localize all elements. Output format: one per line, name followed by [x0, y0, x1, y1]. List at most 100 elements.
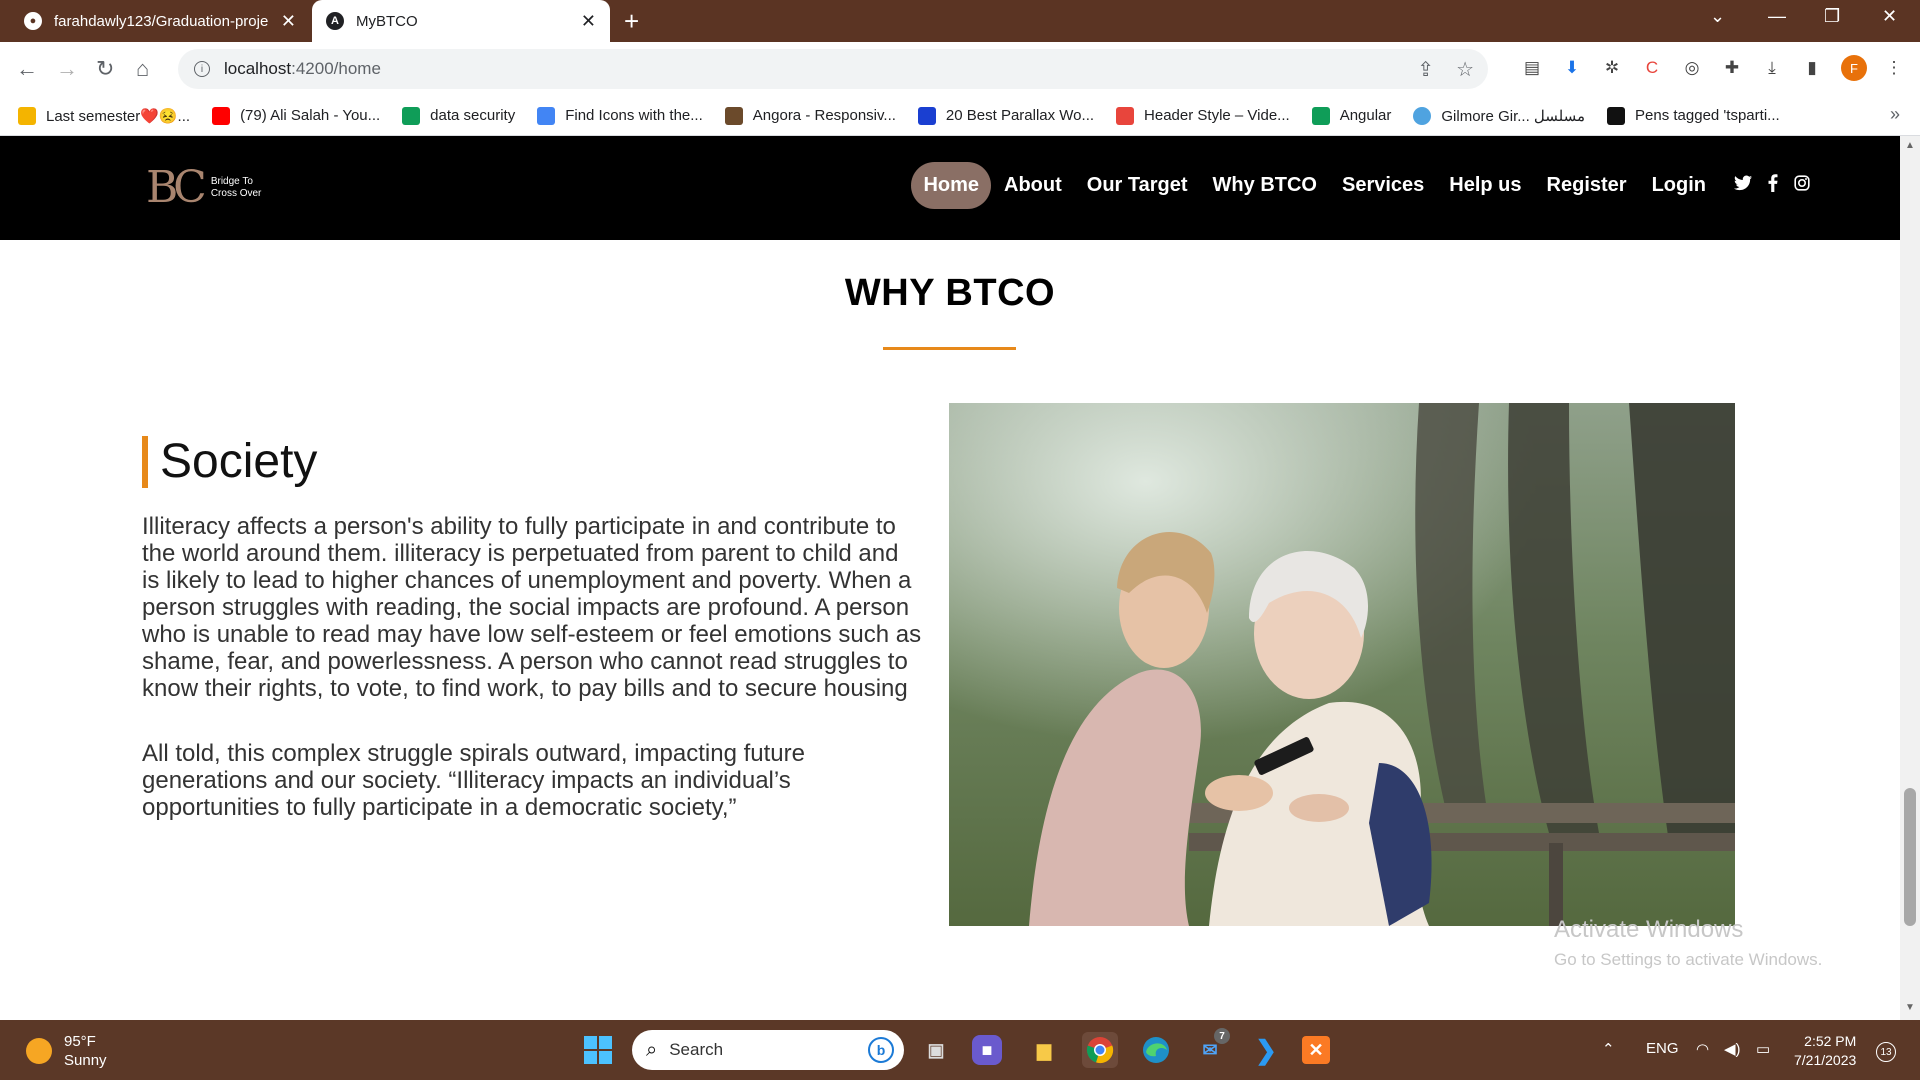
chrome-icon[interactable] — [1082, 1032, 1118, 1068]
volume-icon[interactable]: ◀) — [1724, 1040, 1741, 1058]
back-icon[interactable]: ← — [16, 56, 38, 82]
scroll-down-icon[interactable]: ▼ — [1905, 1002, 1915, 1013]
github-icon: ● — [24, 12, 42, 30]
vscode-icon[interactable]: ❯ — [1248, 1032, 1284, 1068]
bookmark-label: (79) Ali Salah - You... — [240, 107, 381, 124]
bookmark-item[interactable]: Last semester❤️😣... — [18, 106, 191, 125]
scroll-up-icon[interactable]: ▲ — [1905, 140, 1915, 151]
watermark-subtitle: Go to Settings to activate Windows. — [1554, 950, 1823, 969]
bookmark-item[interactable]: data security — [402, 106, 515, 125]
logo-line-1: Bridge To — [210, 176, 253, 187]
section-title: WHY BTCO — [844, 272, 1056, 314]
gilmore-icon — [1413, 106, 1432, 125]
tab-search-icon[interactable]: ⌄ — [1710, 6, 1725, 27]
profile-avatar[interactable]: F — [1841, 55, 1867, 81]
weather-condition: Sunny — [64, 1052, 107, 1069]
tab-title: farahdawly123/Graduation-proje — [54, 12, 269, 30]
browser-tab-bar: ● farahdawly123/Graduation-proje ✕ A MyB… — [0, 0, 1920, 42]
nav-help-us[interactable]: Help us — [1437, 162, 1533, 209]
tab-github[interactable]: ● farahdawly123/Graduation-proje ✕ — [10, 0, 310, 42]
battery-icon[interactable]: ▭ — [1756, 1040, 1770, 1058]
nav-about[interactable]: About — [992, 162, 1074, 209]
bookmark-item[interactable]: Angular — [1311, 106, 1392, 125]
bookmark-item[interactable]: Angora - Responsiv... — [724, 106, 896, 125]
bookmark-item[interactable]: 20 Best Parallax Wo... — [917, 106, 1094, 125]
drive-icon — [402, 106, 421, 125]
forward-icon[interactable]: → — [56, 56, 78, 82]
scroll-thumb[interactable] — [1904, 788, 1916, 926]
logo-mark: BC — [146, 162, 207, 213]
menu-kebab-icon[interactable]: ⋮ — [1882, 56, 1906, 80]
nav-register[interactable]: Register — [1535, 162, 1639, 209]
bookmark-star-icon[interactable]: ☆ — [1456, 57, 1474, 82]
bookmark-label: Pens tagged 'tsparti... — [1635, 107, 1780, 124]
close-tab-icon[interactable]: ✕ — [281, 11, 296, 32]
tab-mybtco[interactable]: A MyBTCO ✕ — [312, 0, 610, 42]
drive-icon — [1311, 106, 1330, 125]
download-extension-icon[interactable]: ⬇ — [1560, 56, 1584, 80]
notification-badge[interactable]: 13 — [1876, 1042, 1896, 1062]
address-bar[interactable]: i localhost:4200/home ⇪ ☆ — [178, 49, 1488, 89]
share-icon[interactable]: ⇪ — [1417, 57, 1434, 82]
nav-services[interactable]: Services — [1330, 162, 1436, 209]
angora-icon — [724, 106, 743, 125]
downloads-icon[interactable]: ⤓ — [1760, 56, 1784, 80]
mail-badge: 7 — [1214, 1028, 1230, 1044]
bing-icon[interactable]: b — [868, 1037, 894, 1063]
file-explorer-icon[interactable]: ▆ — [1026, 1032, 1062, 1068]
edge-icon[interactable] — [1138, 1032, 1174, 1068]
tray-overflow-icon[interactable]: ⌃ — [1602, 1040, 1615, 1058]
extension-c-icon[interactable]: C — [1640, 56, 1664, 80]
wifi-icon[interactable]: ◠ — [1696, 1040, 1709, 1058]
taskbar-search[interactable]: ⌕ Search b — [632, 1030, 904, 1070]
reload-icon[interactable]: ↻ — [96, 56, 114, 82]
bookmark-label: Last semester❤️😣... — [46, 107, 191, 125]
instagram-icon[interactable] — [1794, 175, 1810, 196]
extension-bug-icon[interactable]: ✲ — [1600, 56, 1624, 80]
weather-widget[interactable]: 95°F Sunny — [26, 1032, 107, 1070]
extensions-puzzle-icon[interactable]: ✚ — [1720, 56, 1744, 80]
extension-1-icon[interactable]: ▤ — [1520, 56, 1544, 80]
twitter-icon[interactable] — [1734, 175, 1752, 196]
site-info-icon[interactable]: i — [194, 61, 210, 77]
bookmark-label: Angular — [1339, 107, 1392, 124]
page-scrollbar[interactable]: ▲ ▼ — [1900, 136, 1920, 1020]
watermark-title: Activate Windows — [1554, 916, 1744, 943]
bookmark-item[interactable]: Gilmore Gir... مسلسل — [1413, 106, 1586, 125]
home-icon[interactable]: ⌂ — [136, 56, 149, 82]
minimize-button[interactable]: — — [1768, 6, 1786, 27]
search-icon: ⌕ — [646, 1038, 658, 1061]
language-indicator[interactable]: ENG — [1646, 1040, 1679, 1057]
restore-button[interactable]: ❐ — [1824, 6, 1840, 27]
bookmarks-overflow-icon[interactable]: » — [1890, 104, 1900, 125]
nav-home[interactable]: Home — [911, 162, 992, 209]
mail-icon[interactable]: ✉ 7 — [1192, 1028, 1230, 1068]
facebook-icon[interactable] — [1768, 174, 1778, 197]
bookmark-item[interactable]: Find Icons with the... — [537, 106, 703, 125]
nav-login[interactable]: Login — [1640, 162, 1718, 209]
xampp-icon[interactable]: ✕ — [1302, 1036, 1330, 1064]
nav-our-target[interactable]: Our Target — [1075, 162, 1200, 209]
teams-chat-icon[interactable]: ■ — [972, 1035, 1002, 1065]
close-window-button[interactable]: ✕ — [1882, 6, 1897, 27]
clock-date: 7/21/2023 — [1794, 1052, 1857, 1068]
bookmark-item[interactable]: Pens tagged 'tsparti... — [1607, 106, 1780, 125]
windows-start-icon[interactable] — [584, 1036, 612, 1064]
logo-text: Bridge To Cross Over — [211, 176, 262, 200]
side-panel-icon[interactable]: ▮ — [1800, 56, 1824, 80]
extension-circle-icon[interactable]: ◎ — [1680, 56, 1704, 80]
url-path: :4200/home — [291, 59, 381, 78]
society-heading: Society — [142, 436, 317, 488]
bookmark-item[interactable]: Header Style – Vide... — [1116, 106, 1290, 125]
bookmark-item[interactable]: (79) Ali Salah - You... — [212, 106, 381, 125]
logo-line-2: Cross Over — [210, 188, 262, 199]
society-paragraph-2: All told, this complex struggle spirals … — [142, 740, 805, 821]
bookmark-label: Gilmore Gir... مسلسل — [1441, 107, 1586, 125]
new-tab-button[interactable]: + — [624, 6, 639, 37]
system-clock[interactable]: 2:52 PM 7/21/2023 — [1794, 1032, 1856, 1070]
btco-logo[interactable]: BC Bridge To Cross Over — [146, 166, 261, 210]
codepen-icon — [1607, 106, 1626, 125]
nav-why-btco[interactable]: Why BTCO — [1201, 162, 1329, 209]
task-view-icon[interactable]: ▣ — [918, 1032, 954, 1068]
close-tab-icon[interactable]: ✕ — [581, 11, 596, 32]
